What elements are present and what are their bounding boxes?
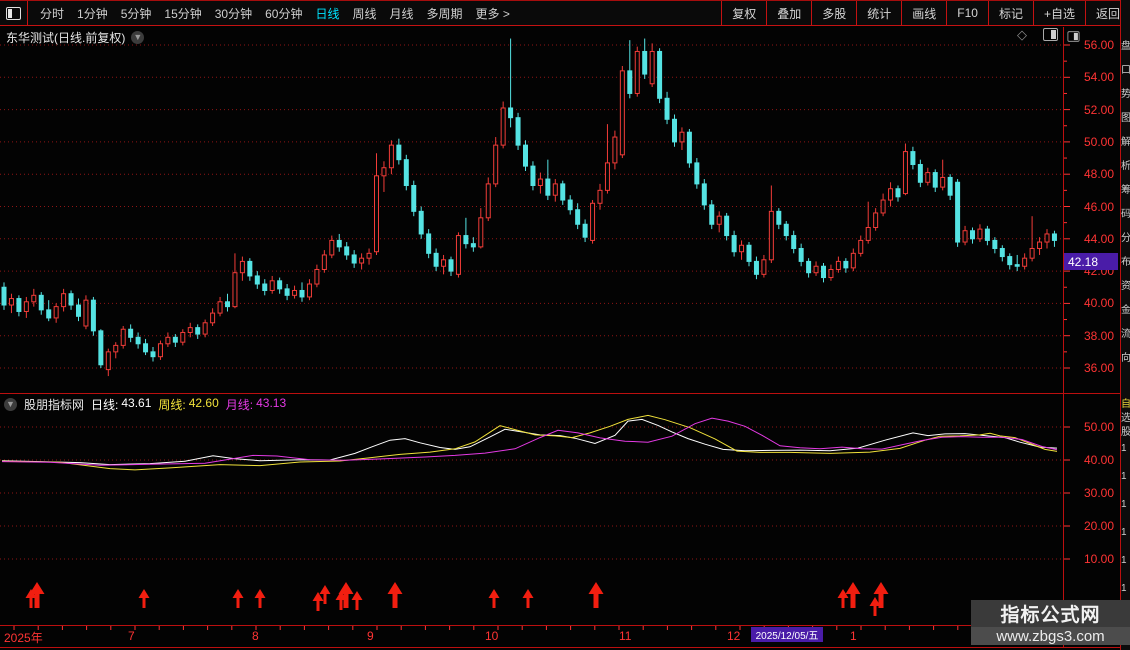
price-axis-border [1063, 27, 1064, 647]
stock-title-row: 东华测试(日线.前复权) ▼ [6, 29, 145, 46]
chevron-down-icon[interactable]: ▼ [131, 31, 145, 44]
sidebar-glyph[interactable]: 布 [1121, 258, 1130, 268]
watermark-title: 指标公式网 [971, 600, 1130, 627]
price-axis-label: 50.00 [1083, 134, 1114, 149]
sidebar-glyph[interactable]: 1 [1121, 500, 1130, 510]
split-panel-icon[interactable] [1043, 28, 1058, 41]
date-axis-label: 9 [367, 629, 374, 643]
sidebar-glyph[interactable]: 1 [1121, 556, 1130, 566]
indicator-header: ▼ 股朋指标网 日线: 43.61 周线: 42.60 月线: 43.13 [4, 396, 286, 413]
last-price-tag: 42.18 [1064, 253, 1118, 270]
sidebar-glyph[interactable]: 析 [1121, 162, 1130, 172]
sidebar-glyph[interactable]: 金 [1121, 306, 1130, 316]
sidebar-glyph[interactable]: 口 [1121, 66, 1130, 76]
axis-panel-icon[interactable] [1067, 31, 1080, 42]
selected-date-tag: 2025/12/05/五 [751, 627, 823, 642]
price-axis-label: 46.00 [1083, 199, 1114, 214]
date-axis-label: 12 [727, 629, 741, 643]
indicator-chevron-icon[interactable]: ▼ [4, 398, 17, 411]
indicator-daily-value: 日线: 43.61 [91, 396, 152, 412]
sidebar-glyph[interactable]: 1 [1121, 444, 1130, 454]
date-axis-label: 1 [850, 629, 857, 643]
indicator-axis-label: 20.00 [1083, 519, 1114, 533]
watermark: 指标公式网 www.zbgs3.com [971, 600, 1130, 645]
price-axis-label: 44.00 [1083, 231, 1114, 246]
price-axis-label: 48.00 [1083, 167, 1114, 182]
candlestick-chart [0, 38, 1070, 630]
date-axis-label: 11 [619, 629, 632, 643]
indicator-axis-label: 30.00 [1083, 486, 1114, 500]
sidebar-glyph[interactable]: 流 [1121, 330, 1130, 340]
price-axis-label: 54.00 [1083, 70, 1114, 85]
date-axis-label: 7 [128, 629, 135, 643]
sidebar-glyph[interactable]: 1 [1121, 584, 1130, 594]
sidebar-glyph[interactable]: 筹 [1121, 186, 1130, 196]
sidebar-glyph[interactable]: 资 [1121, 282, 1130, 292]
indicator-axis-label: 40.00 [1083, 453, 1114, 467]
watermark-url: www.zbgs3.com [971, 627, 1130, 645]
stock-title: 东华测试(日线.前复权) [6, 31, 126, 45]
sidebar-glyph[interactable]: 向 [1121, 354, 1130, 364]
price-axis-label: 36.00 [1083, 361, 1114, 375]
price-axis-label: 52.00 [1083, 102, 1114, 117]
indicator-axis-label: 50.00 [1083, 420, 1114, 434]
date-axis-label: 2025年 [4, 631, 43, 645]
sidebar-glyph[interactable]: 图 [1121, 114, 1130, 124]
sidebar-glyph[interactable]: 解 [1121, 138, 1130, 148]
price-axis-label: 40.00 [1083, 296, 1114, 311]
sidebar-glyph[interactable]: 股 [1121, 428, 1130, 438]
axis-separator [0, 625, 1130, 626]
sidebar-glyph[interactable]: 势 [1121, 90, 1130, 100]
date-axis-label: 8 [252, 629, 259, 643]
indicator-name: 股朋指标网 [24, 398, 85, 412]
sidebar-glyph[interactable]: 选 [1121, 414, 1130, 424]
indicator-weekly-value: 周线: 42.60 [158, 396, 219, 412]
bottom-border [0, 647, 1130, 648]
corner-icons: ◇ [1017, 28, 1058, 41]
sidebar-glyph[interactable]: 盘 [1121, 42, 1130, 52]
date-axis-label: 10 [485, 629, 499, 643]
right-sidebar-collapsed[interactable]: 盘口势图解析筹码分布资金流向自选股 1 1 1 1 1 1 [1121, 0, 1130, 650]
price-axis-label: 38.00 [1083, 328, 1114, 343]
sidebar-glyph[interactable]: 1 [1121, 528, 1130, 538]
indicator-axis-label: 10.00 [1083, 552, 1114, 566]
diamond-marker-icon[interactable]: ◇ [1017, 28, 1027, 41]
trading-app-window: 分时 1分钟 5分钟 15分钟 30分钟 60分钟 日线 周线 月线 多周期 更多 > 复权 叠加 多股… [0, 0, 1130, 650]
sidebar-glyph[interactable]: 自 [1121, 400, 1130, 410]
panel-separator [0, 393, 1130, 394]
sidebar-glyph[interactable]: 分 [1121, 234, 1130, 244]
sidebar-glyph[interactable]: 1 [1121, 472, 1130, 482]
sidebar-glyph[interactable]: 码 [1121, 210, 1130, 220]
indicator-monthly-value: 月线: 43.13 [225, 396, 287, 412]
